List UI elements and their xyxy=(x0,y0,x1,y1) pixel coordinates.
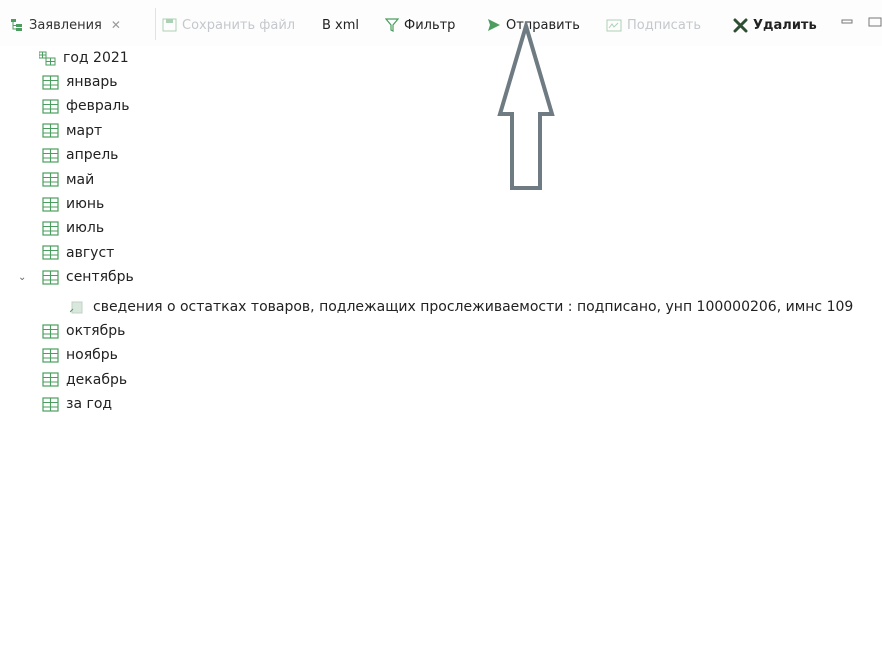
tab-zayavleniya[interactable]: Заявления ✕ xyxy=(0,10,129,40)
sign-button[interactable]: Подписать xyxy=(606,14,701,36)
document-icon xyxy=(70,301,83,313)
tab-label: Заявления xyxy=(29,17,102,33)
month-folder-icon xyxy=(42,172,59,187)
tree-item-month[interactable]: ⌄ сентябрь xyxy=(18,266,134,288)
month-folder-icon xyxy=(42,270,59,285)
month-label: август xyxy=(66,244,115,261)
month-folder-icon xyxy=(42,397,59,412)
document-label: сведения о остатках товаров, подлежащих … xyxy=(93,299,854,315)
up-arrow-annotation xyxy=(497,22,555,190)
tree-item-month[interactable]: август xyxy=(42,242,114,264)
month-label: за год xyxy=(66,396,113,413)
month-label: май xyxy=(66,171,95,188)
save-file-button[interactable]: Сохранить файл xyxy=(162,14,295,36)
sign-label: Подписать xyxy=(627,17,702,33)
to-xml-label: В xml xyxy=(322,17,360,33)
month-label: июль xyxy=(66,220,105,237)
save-file-label: Сохранить файл xyxy=(182,17,296,33)
filter-button[interactable]: Фильтр xyxy=(385,14,455,36)
month-folder-icon xyxy=(42,323,59,339)
month-label: ноябрь xyxy=(66,347,118,364)
delete-label: Удалить xyxy=(753,17,817,33)
save-icon xyxy=(162,18,177,32)
month-folder-icon xyxy=(42,372,59,387)
to-xml-button[interactable]: В xml xyxy=(322,14,359,36)
maximize-icon[interactable] xyxy=(868,17,882,27)
month-folder-icon xyxy=(42,348,59,363)
tree-item-month[interactable]: апрель xyxy=(42,144,118,166)
month-label: июнь xyxy=(66,196,105,212)
tree-item-month[interactable]: март xyxy=(42,120,102,142)
month-folder-icon xyxy=(42,74,59,90)
tree-item-month[interactable]: за год xyxy=(42,393,112,415)
month-label: апрель xyxy=(66,147,119,164)
sign-icon xyxy=(606,19,622,31)
toolbar-separator xyxy=(155,8,156,40)
month-folder-icon xyxy=(42,99,59,114)
close-icon[interactable]: ✕ xyxy=(111,18,121,32)
minimize-icon[interactable] xyxy=(841,17,853,27)
month-label: сентябрь xyxy=(66,269,134,286)
month-folder-icon xyxy=(42,148,59,163)
month-label: февраль xyxy=(66,98,130,115)
month-label: октябрь xyxy=(66,323,126,339)
chevron-down-icon[interactable]: ⌄ xyxy=(18,272,26,283)
tree-view-icon xyxy=(11,19,22,31)
tree-root-icon xyxy=(39,51,56,65)
tree-item-month[interactable]: февраль xyxy=(42,95,130,117)
tree-item-month[interactable]: декабрь xyxy=(42,369,127,391)
delete-button[interactable]: Удалить xyxy=(733,14,817,36)
tree-item-month[interactable]: июнь xyxy=(42,193,104,215)
toolbar: Заявления ✕ Сохранить файл В xml Фильтр … xyxy=(0,0,882,46)
tree-item-month[interactable]: май xyxy=(42,169,94,191)
month-folder-icon xyxy=(42,123,59,138)
tree-root-label: год 2021 xyxy=(63,50,129,66)
tree-root[interactable]: год 2021 xyxy=(39,47,129,69)
filter-label: Фильтр xyxy=(404,17,456,33)
tree-item-month[interactable]: ноябрь xyxy=(42,344,118,366)
tree-item-month[interactable]: январь xyxy=(42,71,118,93)
month-label: январь xyxy=(66,74,118,90)
tree-item-month[interactable]: октябрь xyxy=(42,320,125,342)
delete-icon xyxy=(733,18,748,32)
month-folder-icon xyxy=(42,245,59,260)
month-label: март xyxy=(66,122,103,139)
month-label: декабрь xyxy=(66,371,128,388)
filter-icon xyxy=(385,18,399,32)
tree-item-month[interactable]: июль xyxy=(42,217,104,239)
month-folder-icon xyxy=(42,221,59,236)
month-folder-icon xyxy=(42,196,59,212)
document-row[interactable]: сведения о остатках товаров, подлежащих … xyxy=(70,296,853,318)
